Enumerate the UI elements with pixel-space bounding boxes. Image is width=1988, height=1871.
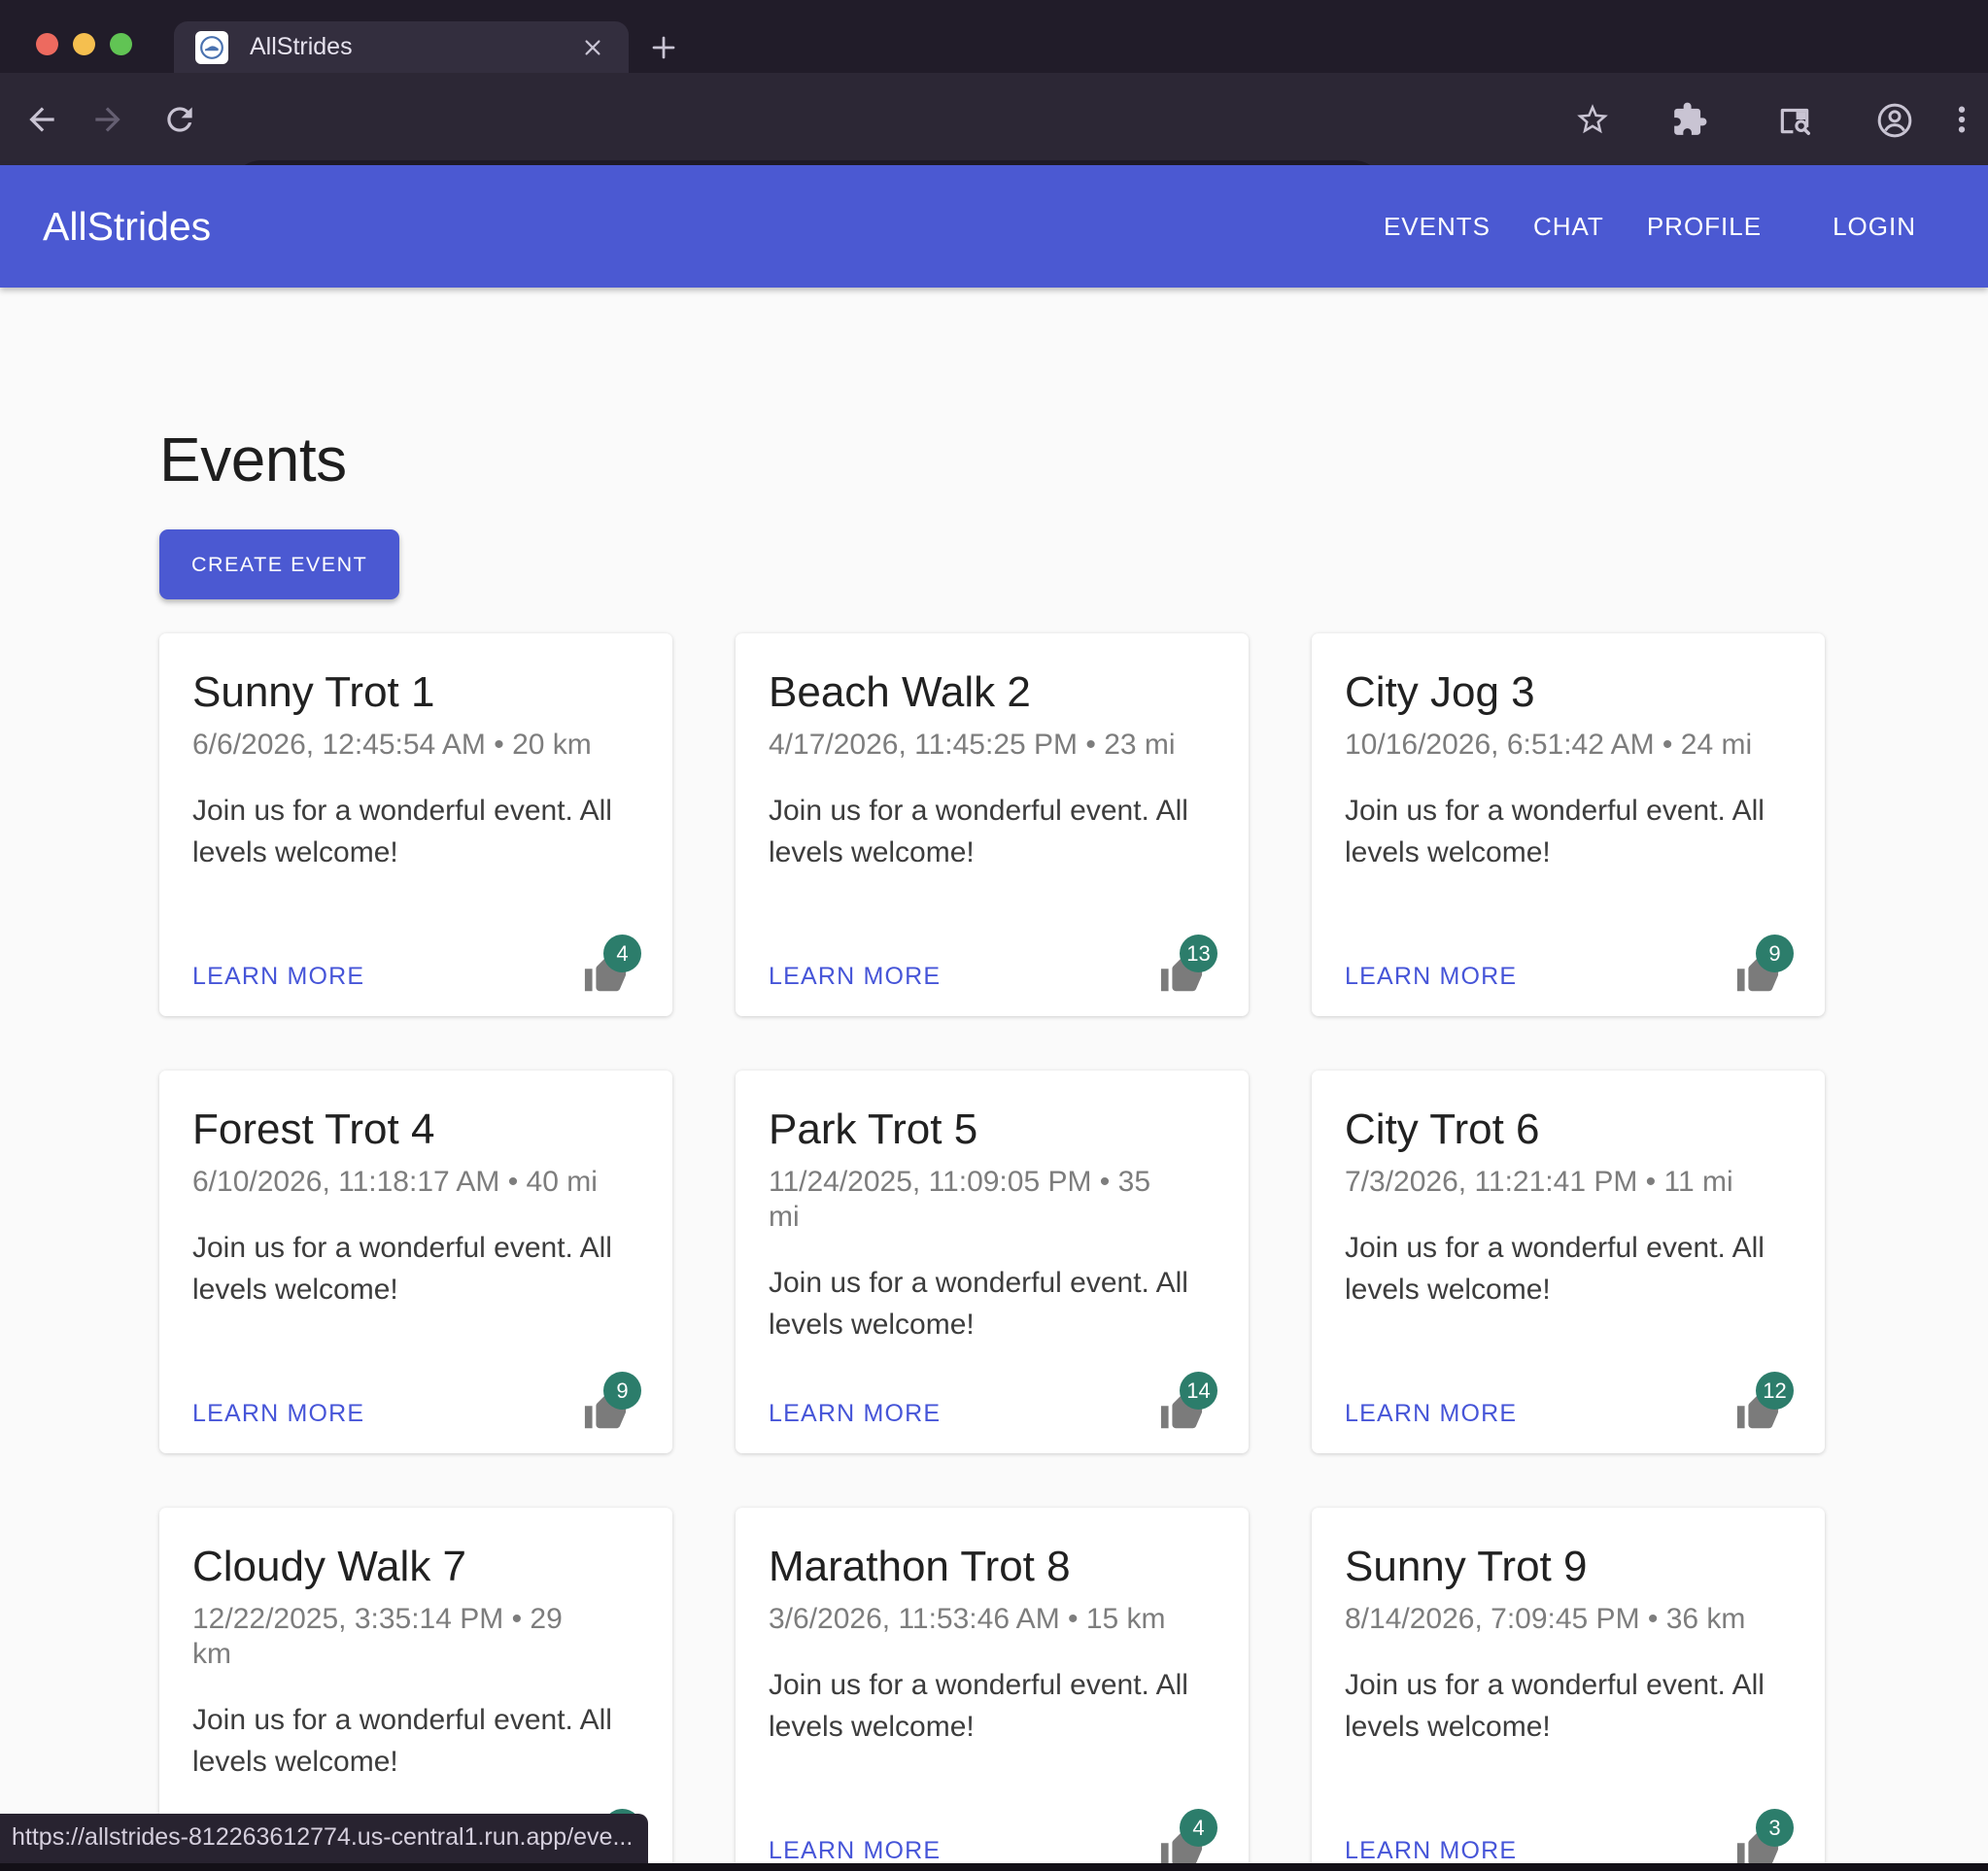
event-card-footer: LEARN MORE 9 (192, 1350, 639, 1434)
event-card: Marathon Trot 8 3/6/2026, 11:53:46 AM • … (736, 1508, 1249, 1871)
event-meta: 12/22/2025, 3:35:14 PM • 29 km (192, 1602, 608, 1672)
event-card-footer: LEARN MORE 4 (769, 1787, 1216, 1871)
nav-profile[interactable]: PROFILE (1647, 212, 1762, 242)
like-count-badge: 9 (1756, 935, 1794, 972)
like-count-badge: 9 (603, 1372, 641, 1410)
event-description: Join us for a wonderful event. All level… (1345, 1227, 1792, 1311)
event-card: Forest Trot 4 6/10/2026, 11:18:17 AM • 4… (159, 1071, 672, 1453)
like-count-badge: 4 (603, 935, 641, 972)
learn-more-link[interactable]: LEARN MORE (192, 1400, 364, 1434)
tab-title: AllStrides (250, 33, 578, 61)
event-description: Join us for a wonderful event. All level… (1345, 790, 1792, 874)
event-meta: 7/3/2026, 11:21:41 PM • 11 mi (1345, 1165, 1761, 1200)
like-count-badge: 3 (1756, 1809, 1794, 1847)
event-meta: 10/16/2026, 6:51:42 AM • 24 mi (1345, 728, 1761, 763)
site-favicon-icon (195, 31, 228, 64)
event-meta: 3/6/2026, 11:53:46 AM • 15 km (769, 1602, 1184, 1637)
learn-more-link[interactable]: LEARN MORE (769, 963, 941, 997)
event-card-footer: LEARN MORE 12 (1345, 1350, 1792, 1434)
event-meta: 8/14/2026, 7:09:45 PM • 36 km (1345, 1602, 1761, 1637)
tab-close-icon[interactable] (578, 33, 607, 62)
event-meta: 6/6/2026, 12:45:54 AM • 20 km (192, 728, 608, 763)
like-button[interactable]: 4 (583, 952, 628, 997)
like-button[interactable]: 9 (1735, 952, 1780, 997)
link-status-tooltip: https://allstrides-812263612774.us-centr… (0, 1814, 648, 1863)
browser-tab-strip: AllStrides (0, 0, 1988, 73)
like-button[interactable]: 9 (583, 1389, 628, 1434)
event-card-footer: LEARN MORE 3 (1345, 1787, 1792, 1871)
event-title: Park Trot 5 (769, 1106, 1216, 1155)
event-title: Beach Walk 2 (769, 668, 1216, 718)
event-title: Sunny Trot 1 (192, 668, 639, 718)
event-description: Join us for a wonderful event. All level… (769, 1262, 1216, 1346)
event-title: Forest Trot 4 (192, 1106, 639, 1155)
extensions-puzzle-icon[interactable] (1671, 101, 1708, 138)
browser-toolbar: allstrides-812263612774.us-central1.run.… (0, 73, 1988, 165)
event-card-footer: LEARN MORE 4 (192, 913, 639, 997)
event-card: Beach Walk 2 4/17/2026, 11:45:25 PM • 23… (736, 633, 1249, 1016)
window-minimize-button[interactable] (73, 33, 95, 55)
event-card-footer: LEARN MORE 9 (1345, 913, 1792, 997)
bookmark-star-icon[interactable] (1574, 101, 1611, 138)
like-count-badge: 14 (1180, 1372, 1217, 1410)
reload-button[interactable] (161, 101, 198, 138)
like-button[interactable]: 13 (1159, 952, 1204, 997)
event-card: Sunny Trot 1 6/6/2026, 12:45:54 AM • 20 … (159, 633, 672, 1016)
event-card: City Trot 6 7/3/2026, 11:21:41 PM • 11 m… (1312, 1071, 1825, 1453)
event-card: Sunny Trot 9 8/14/2026, 7:09:45 PM • 36 … (1312, 1508, 1825, 1871)
new-tab-button[interactable] (645, 29, 682, 66)
back-button[interactable] (23, 101, 60, 138)
event-card: Park Trot 5 11/24/2025, 11:09:05 PM • 35… (736, 1071, 1249, 1453)
nav-chat[interactable]: CHAT (1533, 212, 1604, 242)
event-card: City Jog 3 10/16/2026, 6:51:42 AM • 24 m… (1312, 633, 1825, 1016)
event-title: Sunny Trot 9 (1345, 1543, 1792, 1592)
like-count-badge: 4 (1180, 1809, 1217, 1847)
create-event-button[interactable]: CREATE EVENT (159, 529, 399, 599)
like-button[interactable]: 12 (1735, 1389, 1780, 1434)
event-meta: 11/24/2025, 11:09:05 PM • 35 mi (769, 1165, 1184, 1235)
learn-more-link[interactable]: LEARN MORE (192, 963, 364, 997)
event-card-grid: Sunny Trot 1 6/6/2026, 12:45:54 AM • 20 … (159, 633, 1829, 1871)
profile-avatar-icon[interactable] (1875, 101, 1912, 138)
reading-mode-icon[interactable] (1776, 101, 1813, 138)
event-card-footer: LEARN MORE 13 (769, 913, 1216, 997)
app-header: AllStrides EVENTS CHAT PROFILE LOGIN (0, 165, 1988, 288)
like-count-badge: 12 (1756, 1372, 1794, 1410)
learn-more-link[interactable]: LEARN MORE (1345, 963, 1517, 997)
page-title: Events (159, 424, 1829, 495)
event-description: Join us for a wonderful event. All level… (192, 1227, 639, 1311)
event-title: City Jog 3 (1345, 668, 1792, 718)
app-brand: AllStrides (43, 204, 211, 250)
like-count-badge: 13 (1180, 935, 1217, 972)
event-description: Join us for a wonderful event. All level… (769, 790, 1216, 874)
event-description: Join us for a wonderful event. All level… (1345, 1664, 1792, 1749)
main-nav: EVENTS CHAT PROFILE LOGIN (1384, 212, 1916, 242)
browser-tab[interactable]: AllStrides (174, 21, 629, 73)
forward-button[interactable] (89, 101, 126, 138)
page-content: Events CREATE EVENT Sunny Trot 1 6/6/202… (0, 288, 1988, 1871)
event-card-footer: LEARN MORE 14 (769, 1350, 1216, 1434)
window-zoom-button[interactable] (110, 33, 132, 55)
learn-more-link[interactable]: LEARN MORE (1345, 1400, 1517, 1434)
nav-login[interactable]: LOGIN (1833, 212, 1916, 242)
browser-menu-dots-icon[interactable] (1943, 101, 1980, 138)
event-meta: 4/17/2026, 11:45:25 PM • 23 mi (769, 728, 1184, 763)
event-title: City Trot 6 (1345, 1106, 1792, 1155)
event-description: Join us for a wonderful event. All level… (769, 1664, 1216, 1749)
window-bottom-edge (0, 1863, 1988, 1871)
event-title: Marathon Trot 8 (769, 1543, 1216, 1592)
like-button[interactable]: 14 (1159, 1389, 1204, 1434)
event-meta: 6/10/2026, 11:18:17 AM • 40 mi (192, 1165, 608, 1200)
window-close-button[interactable] (36, 33, 58, 55)
nav-events[interactable]: EVENTS (1384, 212, 1491, 242)
event-title: Cloudy Walk 7 (192, 1543, 639, 1592)
learn-more-link[interactable]: LEARN MORE (769, 1400, 941, 1434)
event-description: Join us for a wonderful event. All level… (192, 1699, 639, 1784)
event-description: Join us for a wonderful event. All level… (192, 790, 639, 874)
